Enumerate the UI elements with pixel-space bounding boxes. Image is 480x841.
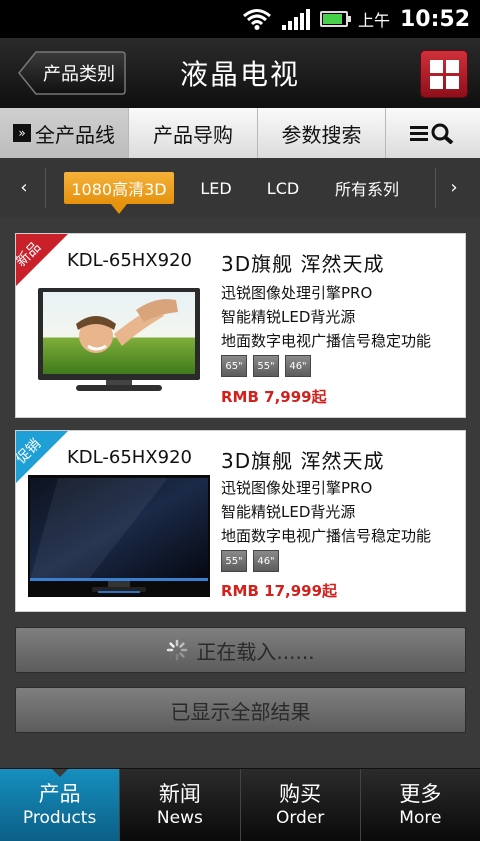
filter-led[interactable]: LED (192, 172, 240, 204)
page-title: 液晶电视 (179, 58, 300, 91)
tv-product-image (38, 288, 200, 391)
loading-label: 正在载入...... (196, 639, 315, 664)
tab-list-search[interactable] (386, 108, 480, 158)
scroll-right-icon[interactable]: › (442, 175, 466, 199)
product-feature: 智能精锐LED背光源 (221, 308, 356, 326)
product-model: KDL-65HX920 (67, 447, 192, 468)
product-feature: 智能精锐LED背光源 (221, 503, 356, 521)
all-shown-label: 已显示全部结果 (170, 699, 311, 724)
size-badge: 46" (253, 550, 279, 572)
product-card[interactable]: 新品 KDL-65HX920 3D旗舰 浑然天成 迅锐图像处理引擎PRO 智能精… (15, 233, 466, 418)
size-badge: 46" (285, 355, 311, 377)
tab-label: 参数搜索 (281, 122, 362, 147)
nav-label-en: Products (22, 808, 97, 828)
product-model: KDL-65HX920 (67, 250, 192, 271)
nav-news[interactable]: 新闻 News (120, 769, 241, 841)
nav-label-cn: 购买 (279, 782, 322, 806)
tab-all-products[interactable]: » 全产品线 (0, 108, 129, 158)
product-card[interactable]: 促销 KDL-65HX920 3D旗舰 浑然天成 迅锐图像处理引擎PRO 智能精… (15, 430, 466, 612)
size-badge: 55" (221, 550, 247, 572)
nav-products[interactable]: 产品 Products (0, 769, 121, 841)
product-badge: 新品 (15, 239, 45, 271)
status-bar: 上午 10:52 (0, 0, 480, 38)
size-options: 55" 46" (221, 550, 279, 572)
tv-product-image (28, 475, 210, 597)
tab-product-guide[interactable]: 产品导购 (129, 108, 258, 158)
product-feature: 迅锐图像处理引擎PRO (221, 284, 373, 302)
double-chevron-icon: » (13, 124, 31, 142)
nav-label-en: More (399, 808, 442, 828)
size-options: 65" 55" 46" (221, 355, 311, 377)
title-bar: 产品类别 液晶电视 (0, 38, 480, 109)
product-headline: 3D旗舰 浑然天成 (221, 449, 385, 473)
size-badge: 55" (253, 355, 279, 377)
nav-label-cn: 产品 (38, 782, 81, 806)
grid-menu-button[interactable] (420, 50, 468, 98)
top-tabs: » 全产品线 产品导购 参数搜索 (0, 108, 480, 159)
filter-bar: ‹ 1080高清3D LED LCD 所有系列 › (0, 158, 480, 218)
signal-icon (281, 8, 310, 30)
grid-icon (429, 59, 443, 73)
nav-label-en: Order (275, 808, 325, 828)
product-price: RMB 17,999起 (221, 582, 338, 600)
loading-more-button[interactable]: 正在载入...... (15, 627, 466, 673)
nav-label-en: News (156, 808, 203, 828)
all-results-shown-bar: 已显示全部结果 (15, 687, 466, 733)
filter-all-series[interactable]: 所有系列 (328, 172, 406, 204)
nav-label-cn: 更多 (399, 782, 442, 806)
filter-1080-3d[interactable]: 1080高清3D (64, 172, 174, 214)
tab-parameter-search[interactable]: 参数搜索 (258, 108, 386, 158)
bottom-nav: 产品 Products 新闻 News 购买 Order 更多 More (0, 768, 480, 841)
tab-label: 全产品线 (35, 122, 115, 147)
filter-lcd[interactable]: LCD (258, 172, 308, 204)
scroll-left-icon[interactable]: ‹ (12, 175, 36, 199)
product-feature: 地面数字电视广播信号稳定功能 (221, 332, 432, 350)
battery-icon (319, 11, 351, 27)
nav-more[interactable]: 更多 More (361, 769, 480, 841)
product-badge: 促销 (15, 436, 45, 468)
product-price: RMB 7,999起 (221, 388, 327, 406)
product-feature: 地面数字电视广播信号稳定功能 (221, 527, 432, 545)
product-feature: 迅锐图像处理引擎PRO (221, 479, 373, 497)
nav-label-cn: 新闻 (158, 782, 201, 806)
nav-order[interactable]: 购买 Order (241, 769, 361, 841)
product-headline: 3D旗舰 浑然天成 (221, 252, 385, 276)
size-badge: 65" (221, 355, 247, 377)
spinner-icon (167, 639, 188, 661)
clock-time: 10:52 (399, 6, 470, 32)
wifi-icon (242, 8, 272, 30)
list-search-icon (410, 123, 454, 144)
tab-label: 产品导购 (153, 122, 233, 147)
clock-ampm: 上午 (357, 11, 390, 30)
